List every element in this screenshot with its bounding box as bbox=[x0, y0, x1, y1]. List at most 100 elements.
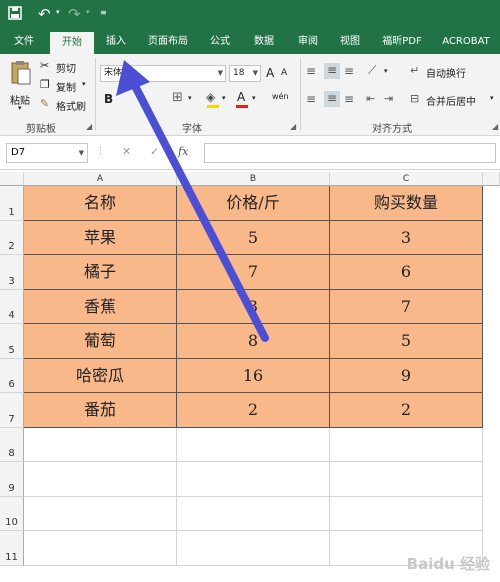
select-all-corner[interactable] bbox=[0, 172, 24, 186]
table-cell[interactable]: 5 bbox=[177, 221, 330, 255]
table-cell[interactable]: 哈密瓜 bbox=[24, 359, 177, 393]
worksheet-grid[interactable]: A B C 1 2 3 4 5 6 7 8 9 10 11 名称 价格/斤 购买… bbox=[0, 172, 500, 582]
table-cell[interactable]: 葡萄 bbox=[24, 324, 177, 359]
merge-center-button[interactable]: ⊟ 合并后居中 ▾ bbox=[410, 92, 500, 108]
cut-button[interactable]: ✂ 剪切 bbox=[40, 59, 90, 75]
align-center-icon[interactable]: ≡ bbox=[324, 91, 340, 107]
font-color-dropdown-icon[interactable]: ▾ bbox=[252, 94, 256, 102]
border-icon[interactable]: ⊞ bbox=[172, 90, 183, 105]
customize-icon[interactable]: ≡ bbox=[100, 8, 107, 17]
column-header-d[interactable] bbox=[483, 172, 500, 186]
tab-page-layout[interactable]: 页面布局 bbox=[140, 30, 196, 54]
align-middle-icon[interactable]: ≡ bbox=[324, 63, 340, 79]
row-header[interactable]: 6 bbox=[0, 359, 24, 393]
row-header[interactable]: 9 bbox=[0, 462, 24, 497]
empty-cell[interactable] bbox=[330, 497, 483, 531]
empty-cell[interactable] bbox=[24, 462, 177, 497]
tab-insert[interactable]: 插入 bbox=[96, 30, 136, 54]
column-header-a[interactable]: A bbox=[24, 172, 177, 186]
redo-dropdown-icon[interactable]: ▾ bbox=[86, 8, 90, 16]
empty-cell[interactable] bbox=[24, 531, 177, 566]
tab-foxit-pdf[interactable]: 福昕PDF bbox=[374, 30, 430, 54]
table-cell[interactable]: 番茄 bbox=[24, 393, 177, 428]
empty-cell[interactable] bbox=[330, 428, 483, 462]
paste-button[interactable]: 粘贴 ▾ bbox=[8, 58, 36, 114]
empty-cell[interactable] bbox=[24, 428, 177, 462]
table-cell[interactable]: 橘子 bbox=[24, 255, 177, 290]
phonetic-button[interactable]: wén bbox=[272, 92, 289, 101]
fill-color-dropdown-icon[interactable]: ▾ bbox=[222, 94, 226, 102]
table-cell[interactable]: 2 bbox=[177, 393, 330, 428]
table-cell[interactable]: 9 bbox=[330, 359, 483, 393]
table-cell[interactable]: 16 bbox=[177, 359, 330, 393]
name-box[interactable]: D7 ▼ bbox=[6, 143, 88, 163]
tab-review[interactable]: 审阅 bbox=[288, 30, 328, 54]
tab-view[interactable]: 视图 bbox=[330, 30, 370, 54]
copy-button[interactable]: ❐ 复制 ▾ bbox=[40, 78, 90, 94]
row-header[interactable]: 10 bbox=[0, 497, 24, 531]
font-name-combo[interactable]: 宋体 ▼ bbox=[100, 65, 226, 82]
column-header-c[interactable]: C bbox=[330, 172, 483, 186]
decrease-indent-icon[interactable]: ⇤ bbox=[366, 92, 375, 105]
table-cell[interactable]: 7 bbox=[177, 255, 330, 290]
tab-file[interactable]: 文件 bbox=[4, 30, 44, 54]
bold-button[interactable]: B bbox=[104, 92, 113, 106]
font-color-icon[interactable]: A bbox=[237, 90, 245, 104]
table-cell[interactable]: 2 bbox=[330, 393, 483, 428]
row-header[interactable]: 1 bbox=[0, 186, 24, 221]
shrink-font-icon[interactable]: A bbox=[281, 68, 287, 78]
empty-cell[interactable] bbox=[330, 462, 483, 497]
border-dropdown-icon[interactable]: ▾ bbox=[188, 94, 192, 102]
tab-data[interactable]: 数据 bbox=[244, 30, 284, 54]
table-cell[interactable]: 香蕉 bbox=[24, 290, 177, 324]
align-left-icon[interactable]: ≡ bbox=[306, 92, 316, 106]
row-header[interactable]: 7 bbox=[0, 393, 24, 428]
tab-home[interactable]: 开始 bbox=[50, 32, 94, 54]
orientation-icon[interactable]: ⟋ bbox=[368, 63, 376, 78]
row-header[interactable]: 5 bbox=[0, 324, 24, 359]
table-cell[interactable]: 苹果 bbox=[24, 221, 177, 255]
table-cell[interactable]: 7 bbox=[330, 290, 483, 324]
format-painter-button[interactable]: ✎ 格式刷 bbox=[40, 97, 90, 113]
table-cell[interactable]: 名称 bbox=[24, 186, 177, 221]
font-launcher-icon[interactable]: ◢ bbox=[290, 122, 296, 131]
empty-cell[interactable] bbox=[177, 497, 330, 531]
wrap-text-button[interactable]: ↵ 自动换行 bbox=[410, 64, 490, 80]
clipboard-launcher-icon[interactable]: ◢ bbox=[86, 122, 92, 131]
insert-function-icon[interactable]: fx bbox=[178, 145, 188, 158]
align-right-icon[interactable]: ≡ bbox=[344, 92, 354, 106]
row-header[interactable]: 2 bbox=[0, 221, 24, 255]
row-header[interactable]: 11 bbox=[0, 531, 24, 566]
table-cell[interactable]: 购买数量 bbox=[330, 186, 483, 221]
orientation-dropdown-icon[interactable]: ▾ bbox=[384, 67, 388, 75]
row-header[interactable]: 4 bbox=[0, 290, 24, 324]
align-bottom-icon[interactable]: ≡ bbox=[344, 64, 354, 78]
empty-cell[interactable] bbox=[177, 531, 330, 566]
empty-cell[interactable] bbox=[177, 462, 330, 497]
save-icon[interactable] bbox=[8, 6, 22, 24]
increase-indent-icon[interactable]: ⇥ bbox=[384, 92, 393, 105]
table-cell[interactable]: 3 bbox=[330, 221, 483, 255]
undo-dropdown-icon[interactable]: ▾ bbox=[56, 8, 60, 16]
more-options-icon[interactable]: ⋮ bbox=[96, 146, 105, 156]
table-cell[interactable]: 6 bbox=[330, 255, 483, 290]
grow-font-icon[interactable]: A bbox=[266, 66, 274, 80]
undo-icon[interactable]: ↶ bbox=[38, 5, 51, 23]
fill-color-icon[interactable]: ◈ bbox=[206, 90, 215, 104]
alignment-launcher-icon[interactable]: ◢ bbox=[492, 122, 498, 131]
tab-formulas[interactable]: 公式 bbox=[200, 30, 240, 54]
table-cell[interactable]: 价格/斤 bbox=[177, 186, 330, 221]
enter-icon[interactable]: ✓ bbox=[150, 145, 159, 158]
align-top-icon[interactable]: ≡ bbox=[306, 64, 316, 78]
tab-acrobat[interactable]: ACROBAT bbox=[434, 30, 498, 54]
font-size-combo[interactable]: 18 ▼ bbox=[229, 65, 261, 82]
table-cell[interactable]: 8 bbox=[177, 324, 330, 359]
table-cell[interactable]: 3 bbox=[177, 290, 330, 324]
row-header[interactable]: 8 bbox=[0, 428, 24, 462]
formula-input[interactable] bbox=[204, 143, 496, 163]
table-cell[interactable]: 5 bbox=[330, 324, 483, 359]
row-header[interactable]: 3 bbox=[0, 255, 24, 290]
column-header-b[interactable]: B bbox=[177, 172, 330, 186]
empty-cell[interactable] bbox=[24, 497, 177, 531]
redo-icon[interactable]: ↷ bbox=[68, 5, 81, 23]
